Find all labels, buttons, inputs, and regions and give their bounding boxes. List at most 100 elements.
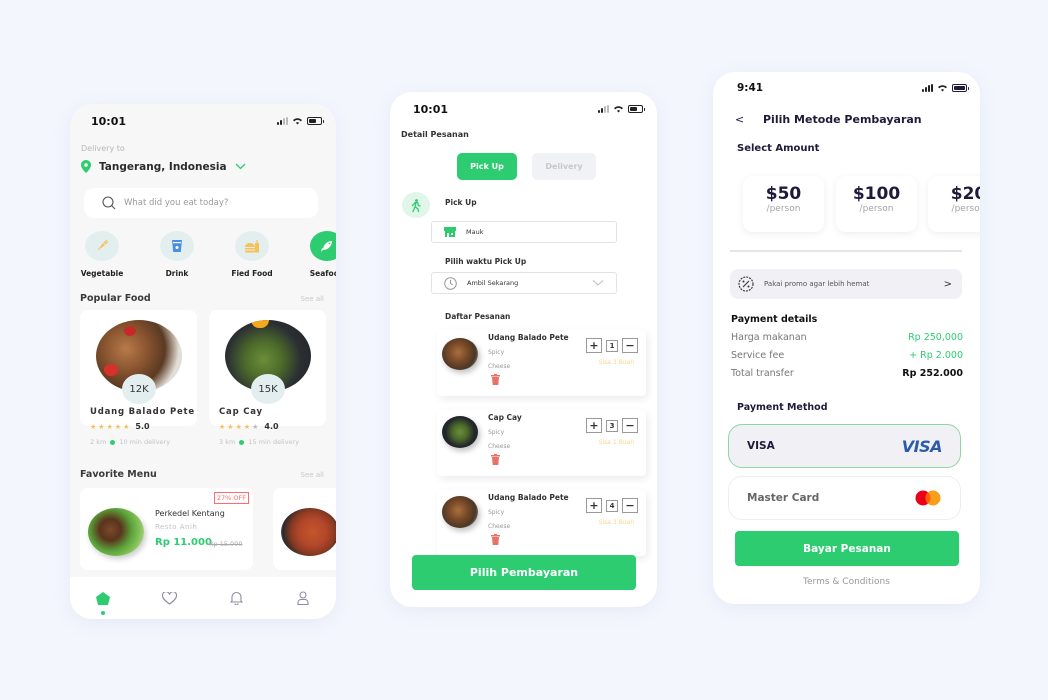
bottom-navigation xyxy=(70,577,336,619)
food-image-perkedel xyxy=(88,508,144,556)
status-time: 10:01 xyxy=(413,103,449,116)
star-icon: ★ xyxy=(227,422,234,431)
detail-value: Rp 250,000 xyxy=(908,332,963,343)
stock-remaining: Sisa 1 Buah xyxy=(598,439,634,446)
nav-home[interactable] xyxy=(91,586,115,615)
order-name: Udang Balado Pete xyxy=(488,493,569,502)
order-option: Spicy xyxy=(488,509,505,516)
clock-icon xyxy=(444,276,457,290)
distance: 3 km xyxy=(219,438,236,446)
amount-option[interactable]: $20 /person xyxy=(928,176,980,232)
detail-label: Total transfer xyxy=(731,368,794,379)
category-label: Vegetable xyxy=(80,269,124,278)
popular-food-card[interactable]: 15K Cap Cay ★ ★ ★ ★ ★ 4.0 3 km 15 min delive… xyxy=(209,310,326,446)
favorite-item-card[interactable]: 27% OFF Perkedel Kentang Resto Anih Rp 1… xyxy=(80,488,253,570)
amount-option[interactable]: $50 /person xyxy=(743,176,824,232)
decrement-button[interactable]: − xyxy=(622,418,638,433)
order-image xyxy=(442,496,478,528)
page-title: Detail Pesanan xyxy=(401,130,469,139)
category-seafood[interactable]: Seafood xyxy=(303,231,336,278)
choose-payment-button[interactable]: Pilih Pembayaran xyxy=(412,555,636,590)
status-time: 9:41 xyxy=(737,82,764,94)
amount-value: $50 xyxy=(765,184,802,204)
payment-method-mastercard[interactable]: Master Card xyxy=(728,476,961,520)
trash-icon[interactable] xyxy=(491,454,500,465)
payment-detail-row: Total transfer Rp 252.000 xyxy=(731,368,963,379)
back-button[interactable]: < xyxy=(735,113,744,126)
divider xyxy=(730,250,962,252)
pickup-time-dropdown[interactable]: Ambil Sekarang xyxy=(431,272,617,294)
search-placeholder: What did you eat today? xyxy=(124,198,229,208)
increment-button[interactable]: + xyxy=(586,338,602,353)
pay-order-button[interactable]: Bayar Pesanan xyxy=(735,531,959,566)
location-selector[interactable]: Tangerang, Indonesia xyxy=(81,160,246,173)
order-detail-screen: 10:01 Detail Pesanan Pick Up Delivery Pi… xyxy=(390,92,657,607)
category-label: Drink xyxy=(165,269,189,278)
food-name: Cap Cay xyxy=(219,407,263,417)
status-icons xyxy=(922,84,969,92)
category-drink[interactable]: Drink xyxy=(153,231,201,278)
detail-label: Service fee xyxy=(731,350,785,361)
popular-food-card[interactable]: 12K Udang Balado Pete ★ ★ ★ ★ ★ 5.0 2 km 10 … xyxy=(80,310,197,446)
nav-favorites[interactable] xyxy=(158,586,182,610)
category-fried-food[interactable]: Fied Food xyxy=(228,231,276,278)
pickup-time-value: Ambil Sekarang xyxy=(467,279,519,287)
star-icon: ★ xyxy=(123,422,130,431)
category-list: Vegetable Drink Fied Food Seafood Fie xyxy=(78,231,336,278)
wifi-icon xyxy=(938,85,947,92)
favorite-item-card[interactable] xyxy=(273,488,336,570)
quantity-value: 1 xyxy=(606,339,618,352)
amount-option[interactable]: $100 /person xyxy=(836,176,917,232)
rating-value: 5.0 xyxy=(135,422,150,431)
quantity-stepper: + 4 − xyxy=(586,498,638,513)
user-icon xyxy=(297,591,309,605)
order-list-label: Daftar Pesanan xyxy=(445,312,511,321)
tab-pickup[interactable]: Pick Up xyxy=(457,153,517,180)
quantity-stepper: + 3 − xyxy=(586,418,638,433)
terms-link[interactable]: Terms & Conditions xyxy=(713,577,980,587)
tab-delivery[interactable]: Delivery xyxy=(532,153,596,180)
detail-value: + Rp 2.000 xyxy=(909,350,963,361)
favorite-item-old-price: Rp 15.000 xyxy=(209,540,243,548)
trash-icon[interactable] xyxy=(491,374,500,385)
order-option: Cheese xyxy=(488,443,511,450)
home-icon xyxy=(96,591,111,605)
status-time: 10:01 xyxy=(91,115,127,128)
decrement-button[interactable]: − xyxy=(622,498,638,513)
order-name: Udang Balado Pete xyxy=(488,333,569,342)
search-icon xyxy=(102,196,116,210)
search-input[interactable]: What did you eat today? xyxy=(84,188,318,218)
increment-button[interactable]: + xyxy=(586,498,602,513)
wifi-icon xyxy=(614,106,623,113)
store-selector[interactable]: Mauk xyxy=(431,221,617,243)
location-pin-icon xyxy=(81,160,91,173)
discount-badge: 27% OFF xyxy=(213,492,249,504)
chevron-down-icon xyxy=(592,280,604,286)
increment-button[interactable]: + xyxy=(586,418,602,433)
delivery-time: 10 min delivery xyxy=(119,438,171,446)
signal-icon xyxy=(277,117,288,125)
stock-remaining: Sisa 3 Buah xyxy=(598,519,634,526)
quantity-stepper: + 1 − xyxy=(586,338,638,353)
promo-button[interactable]: Pakai promo agar lebih hemat > xyxy=(730,269,962,299)
home-screen: 10:01 Delivery to Tangerang, Indonesia W… xyxy=(70,104,336,619)
payment-method-visa[interactable]: VISA VISA xyxy=(728,424,961,468)
cup-icon xyxy=(172,240,182,252)
favorite-item-price: Rp 11.000 xyxy=(155,537,212,548)
location-text: Tangerang, Indonesia xyxy=(99,160,227,173)
popular-see-all-link[interactable]: See all xyxy=(301,295,324,303)
burger-icon xyxy=(245,240,259,253)
decrement-button[interactable]: − xyxy=(622,338,638,353)
status-icons xyxy=(598,105,645,113)
star-icon: ★ xyxy=(235,422,242,431)
payment-detail-row: Service fee + Rp 2.000 xyxy=(731,350,963,361)
nav-notifications[interactable] xyxy=(224,586,248,610)
nav-profile[interactable] xyxy=(291,586,315,610)
favorite-see-all-link[interactable]: See all xyxy=(301,471,324,479)
favorite-menu-title: Favorite Menu xyxy=(80,469,157,480)
walking-icon xyxy=(411,198,421,212)
category-vegetable[interactable]: Vegetable xyxy=(78,231,126,278)
category-label: Seafood xyxy=(309,269,336,278)
trash-icon[interactable] xyxy=(491,534,500,545)
category-icon-bg xyxy=(85,231,119,261)
